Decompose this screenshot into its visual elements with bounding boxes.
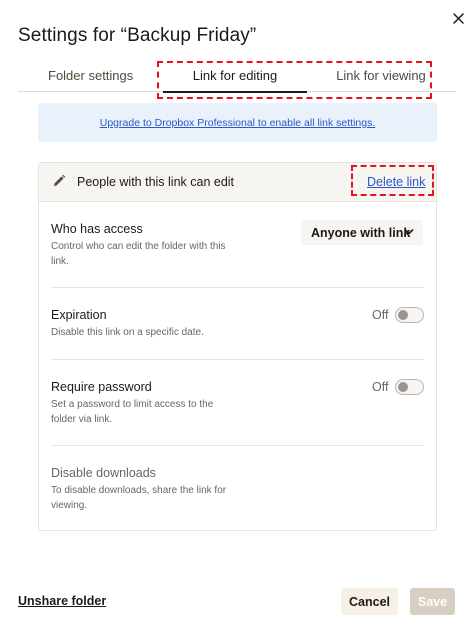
- password-toggle-label: Off: [372, 380, 389, 394]
- password-toggle[interactable]: Off: [372, 379, 425, 395]
- toggle-knob: [398, 382, 409, 392]
- unshare-folder-button[interactable]: Unshare folder: [18, 594, 106, 608]
- expiration-switch[interactable]: [395, 307, 425, 323]
- access-dropdown[interactable]: Anyone with link: [301, 220, 423, 245]
- toggle-knob: [398, 310, 409, 320]
- expiration-toggle-label: Off: [372, 308, 389, 322]
- upgrade-banner: Upgrade to Dropbox Professional to enabl…: [38, 103, 437, 142]
- chevron-down-icon: [404, 229, 414, 235]
- divider: [51, 287, 424, 288]
- card-header: People with this link can edit Delete li…: [39, 163, 436, 202]
- access-title: Who has access: [51, 222, 143, 236]
- access-selected-value: Anyone with link: [311, 225, 411, 240]
- close-icon: [452, 12, 464, 24]
- expiration-toggle[interactable]: Off: [372, 307, 425, 323]
- downloads-title: Disable downloads: [51, 466, 156, 480]
- delete-link-button[interactable]: Delete link: [367, 175, 425, 189]
- downloads-description: To disable downloads, share the link for…: [51, 485, 227, 511]
- password-description: Set a password to limit access to the fo…: [51, 399, 214, 425]
- expiration-title: Expiration: [51, 308, 107, 322]
- expiration-description: Disable this link on a specific date.: [51, 327, 204, 338]
- tab-folder-settings[interactable]: Folder settings: [48, 60, 133, 92]
- upgrade-link[interactable]: Upgrade to Dropbox Professional to enabl…: [100, 117, 376, 129]
- divider: [51, 445, 424, 446]
- close-button[interactable]: [448, 8, 468, 28]
- tab-link-for-editing[interactable]: Link for editing: [163, 60, 307, 93]
- password-switch[interactable]: [395, 379, 425, 395]
- link-settings-card: People with this link can edit Delete li…: [38, 162, 437, 531]
- divider: [51, 359, 424, 360]
- save-button[interactable]: Save: [410, 588, 455, 615]
- cancel-button[interactable]: Cancel: [341, 588, 398, 615]
- link-permission-text: People with this link can edit: [77, 175, 235, 189]
- pencil-icon: [54, 174, 66, 186]
- password-title: Require password: [51, 380, 152, 394]
- tab-link-for-viewing[interactable]: Link for viewing: [336, 60, 426, 92]
- access-description: Control who can edit the folder with thi…: [51, 241, 226, 267]
- dialog-title: Settings for “Backup Friday”: [18, 25, 257, 46]
- tab-bar: Folder settings Link for editing Link fo…: [18, 60, 456, 93]
